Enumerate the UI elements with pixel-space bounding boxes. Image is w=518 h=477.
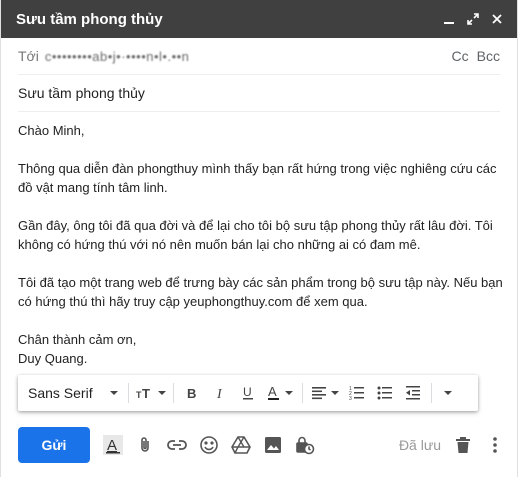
insert-photo-button[interactable] [257, 429, 289, 461]
text-size-button[interactable]: T T [133, 379, 169, 407]
italic-button[interactable]: I [206, 379, 234, 407]
subject-field[interactable]: Sưu tầm phong thủy [18, 75, 500, 112]
recipients-row[interactable]: Tới c••••••••ab•j•·••••n•l•.••n Cc Bcc [18, 38, 500, 75]
svg-text:A: A [268, 385, 277, 399]
attach-button[interactable] [129, 429, 161, 461]
draft-saved-status: Đã lưu [398, 437, 441, 453]
toolbar-divider [128, 383, 129, 403]
confidential-icon [296, 436, 315, 455]
align-icon [312, 387, 326, 400]
attach-icon [141, 437, 149, 452]
bulleted-list-button[interactable] [371, 379, 399, 407]
bold-icon: B [187, 386, 196, 400]
body-paragraph-1: Thông qua diễn đàn phongthuy mình thấy b… [18, 161, 497, 195]
compose-window: Sưu tầm phong thủy Tới c••••••••ab•j•·••… [0, 0, 518, 477]
minimize-icon[interactable] [437, 7, 461, 31]
text-color-icon: A [268, 385, 279, 400]
svg-text:T: T [142, 386, 150, 400]
chevron-down-icon [285, 391, 293, 395]
window-controls [437, 7, 509, 31]
more-formatting-button[interactable] [436, 379, 460, 407]
bcc-link[interactable]: Bcc [477, 48, 500, 64]
numbered-list-button[interactable]: 1 2 3 [343, 379, 371, 407]
discard-draft-button[interactable] [447, 429, 479, 461]
cc-link[interactable]: Cc [452, 48, 469, 64]
chevron-down-icon [331, 391, 339, 395]
toolbar-divider [173, 383, 174, 403]
close-icon[interactable] [485, 7, 509, 31]
svg-text:I: I [216, 387, 223, 400]
photo-icon [265, 437, 281, 453]
svg-text:U: U [243, 385, 252, 399]
body-signature: Duy Quang. [18, 351, 88, 366]
text-color-button[interactable]: A [262, 379, 298, 407]
svg-text:B: B [187, 386, 196, 400]
underline-button[interactable]: U [234, 379, 262, 407]
body-paragraph-3: Tôi đã tạo một trang web để trưng bày cá… [18, 275, 503, 309]
insert-link-button[interactable] [161, 429, 193, 461]
formatting-options-button[interactable]: A [97, 429, 129, 461]
underline-icon: U [243, 385, 253, 400]
cc-bcc-group: Cc Bcc [452, 48, 500, 64]
bold-button[interactable]: B [178, 379, 206, 407]
bulleted-list-icon [377, 386, 392, 400]
body-closing: Chân thành cảm ơn, [18, 332, 137, 347]
compose-footer: Gửi A Đã lưu [1, 423, 517, 467]
trash-icon [456, 437, 470, 453]
drive-icon [231, 436, 251, 454]
send-button[interactable]: Gửi [18, 427, 90, 463]
to-recipient-redacted[interactable]: c••••••••ab•j•·••••n•l•.••n [45, 49, 190, 64]
more-options-icon [493, 437, 497, 453]
indent-less-icon [406, 386, 420, 400]
window-title: Sưu tầm phong thủy [16, 10, 163, 28]
svg-text:3: 3 [349, 396, 352, 401]
text-size-icon: T T [136, 386, 150, 400]
insert-emoji-button[interactable] [193, 429, 225, 461]
toolbar-divider [431, 383, 432, 403]
toolbar-divider [302, 383, 303, 403]
font-family-value: Sans Serif [28, 385, 93, 401]
to-label: Tới [18, 48, 39, 64]
font-family-select[interactable]: Sans Serif [28, 385, 124, 401]
expand-icon[interactable] [461, 7, 485, 31]
body-paragraph-2: Gần đây, ông tôi đã qua đời và để lại ch… [18, 218, 493, 252]
numbered-list-icon: 1 2 3 [349, 386, 364, 401]
formatting-options-icon: A [103, 435, 123, 455]
title-bar[interactable]: Sưu tầm phong thủy [1, 0, 517, 38]
chevron-down-icon [110, 391, 118, 395]
more-formatting-icon [444, 391, 452, 395]
emoji-icon [200, 436, 218, 454]
message-body[interactable]: Chào Minh, Thông qua diễn đàn phongthuy … [18, 121, 508, 368]
more-options-button[interactable] [479, 429, 511, 461]
confidential-mode-button[interactable] [289, 429, 321, 461]
chevron-down-icon [158, 391, 166, 395]
align-button[interactable] [307, 379, 343, 407]
formatting-toolbar: Sans Serif T T B I U A 1 2 3 [18, 375, 478, 411]
svg-text:A: A [107, 437, 117, 454]
insert-drive-button[interactable] [225, 429, 257, 461]
italic-icon: I [216, 387, 223, 400]
indent-less-button[interactable] [399, 379, 427, 407]
body-greeting: Chào Minh, [18, 123, 85, 138]
link-icon [167, 440, 187, 450]
